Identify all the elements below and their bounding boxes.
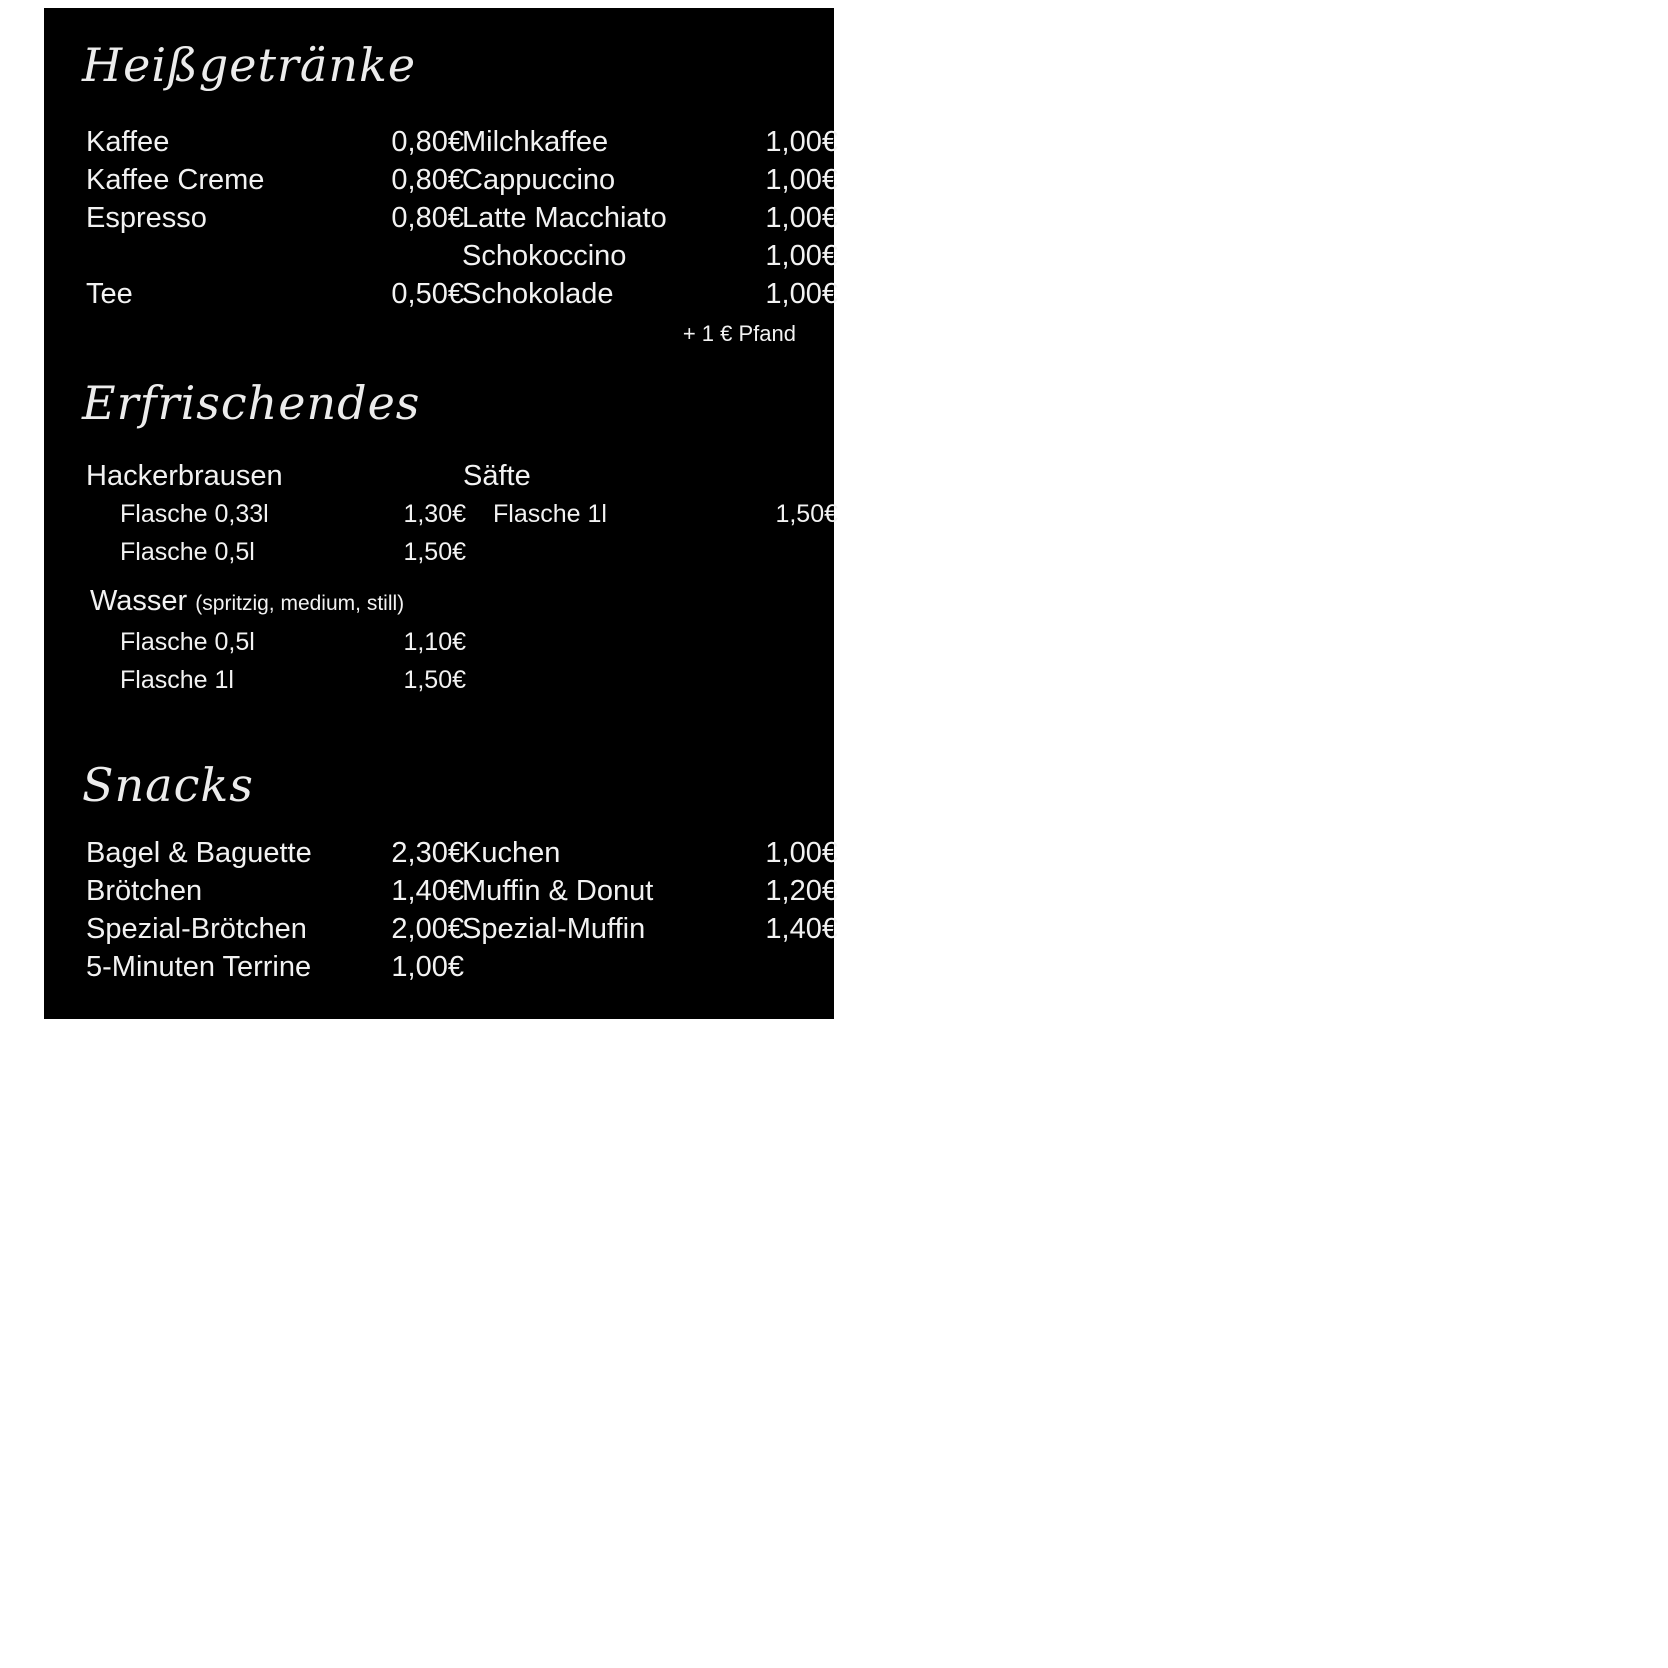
menu-item: Kuchen 1,00€ (462, 834, 838, 872)
item-price: 1,40€ (391, 875, 464, 907)
item-name: Espresso (86, 202, 207, 234)
menu-item: Cappuccino 1,00€ (462, 161, 838, 199)
item-name: Tee (86, 278, 133, 310)
item-price: 1,50€ (403, 538, 466, 566)
item-price: 1,00€ (765, 837, 838, 869)
item-price: 1,30€ (403, 500, 466, 528)
menu-item: Milchkaffee 1,00€ (462, 123, 838, 161)
item-name: Schokoccino (462, 240, 627, 272)
item-price: 0,80€ (391, 164, 464, 196)
item-price: 1,00€ (765, 126, 838, 158)
item-name: Flasche 0,33l (120, 500, 269, 528)
item-name: Schokolade (462, 278, 614, 310)
menu-item: Flasche 1l 1,50€ (120, 661, 466, 699)
section-title-snacks: Snacks (82, 758, 254, 812)
menu-item: Muffin & Donut 1,20€ (462, 872, 838, 910)
item-name: Flasche 0,5l (120, 538, 255, 566)
item-name: Kaffee (86, 126, 170, 158)
item-price: 1,50€ (403, 666, 466, 694)
item-price: 0,50€ (391, 278, 464, 310)
menu-item: Flasche 0,33l 1,30€ (120, 495, 466, 533)
menu-board: Heißgetränke Kaffee 0,80€ Kaffee Creme 0… (44, 8, 838, 1019)
menu-item: Flasche 0,5l 1,10€ (120, 623, 466, 661)
item-price: 1,00€ (765, 240, 838, 272)
group-sublabel: (spritzig, medium, still) (195, 592, 405, 615)
item-name: Brötchen (86, 875, 203, 907)
menu-item: Schokoccino 1,00€ (462, 237, 838, 275)
menu-item: Bagel & Baguette 2,30€ (86, 834, 464, 872)
section-title-hot-drinks: Heißgetränke (82, 38, 417, 92)
group-title-hackerbrausen: Hackerbrausen (86, 460, 283, 492)
item-price: 2,00€ (391, 913, 464, 945)
group-title-wasser: Wasser (spritzig, medium, still) (90, 582, 404, 623)
menu-item: Latte Macchiato 1,00€ (462, 199, 838, 237)
item-name: 5-Minuten Terrine (86, 951, 312, 983)
item-name: Flasche 1l (120, 666, 234, 694)
group-title-saefte: Säfte (463, 460, 531, 492)
item-name: Flasche 1l (493, 500, 607, 528)
menu-item: Kaffee 0,80€ (86, 123, 464, 161)
menu-item: Spezial-Muffin 1,40€ (462, 910, 838, 948)
item-price: 2,30€ (391, 837, 464, 869)
item-price: 1,10€ (403, 628, 466, 656)
menu-item: Schokolade 1,00€ (462, 275, 838, 313)
deposit-note: + 1 € Pfand (682, 321, 796, 346)
item-price: 0,80€ (391, 126, 464, 158)
item-name: Cappuccino (462, 164, 616, 196)
item-name: Muffin & Donut (462, 875, 654, 907)
item-price: 1,00€ (765, 164, 838, 196)
item-name: Milchkaffee (462, 126, 609, 158)
item-name: Flasche 0,5l (120, 628, 255, 656)
item-price: 0,80€ (391, 202, 464, 234)
item-price: 1,00€ (765, 278, 838, 310)
item-name: Kuchen (462, 837, 561, 869)
item-price: 1,00€ (765, 202, 838, 234)
group-label: Wasser (90, 585, 188, 617)
item-name: Latte Macchiato (462, 202, 667, 234)
item-name: Kaffee Creme (86, 164, 265, 196)
menu-item: Flasche 0,5l 1,50€ (120, 533, 466, 571)
item-price: 1,40€ (765, 913, 838, 945)
item-price: 1,50€ (775, 500, 838, 528)
item-name: Spezial-Muffin (462, 913, 646, 945)
item-price: 1,20€ (765, 875, 838, 907)
menu-item: Spezial-Brötchen 2,00€ (86, 910, 464, 948)
item-name: Spezial-Brötchen (86, 913, 307, 945)
item-price: 1,00€ (391, 951, 464, 983)
item-name: Bagel & Baguette (86, 837, 312, 869)
menu-item: Flasche 1l 1,50€ (493, 495, 838, 533)
menu-item: Brötchen 1,40€ (86, 872, 464, 910)
menu-item: 5-Minuten Terrine 1,00€ (86, 948, 464, 986)
menu-item: Espresso 0,80€ (86, 199, 464, 237)
menu-item: Tee 0,50€ (86, 275, 464, 313)
section-title-refreshments: Erfrischendes (82, 376, 421, 430)
menu-item: Kaffee Creme 0,80€ (86, 161, 464, 199)
